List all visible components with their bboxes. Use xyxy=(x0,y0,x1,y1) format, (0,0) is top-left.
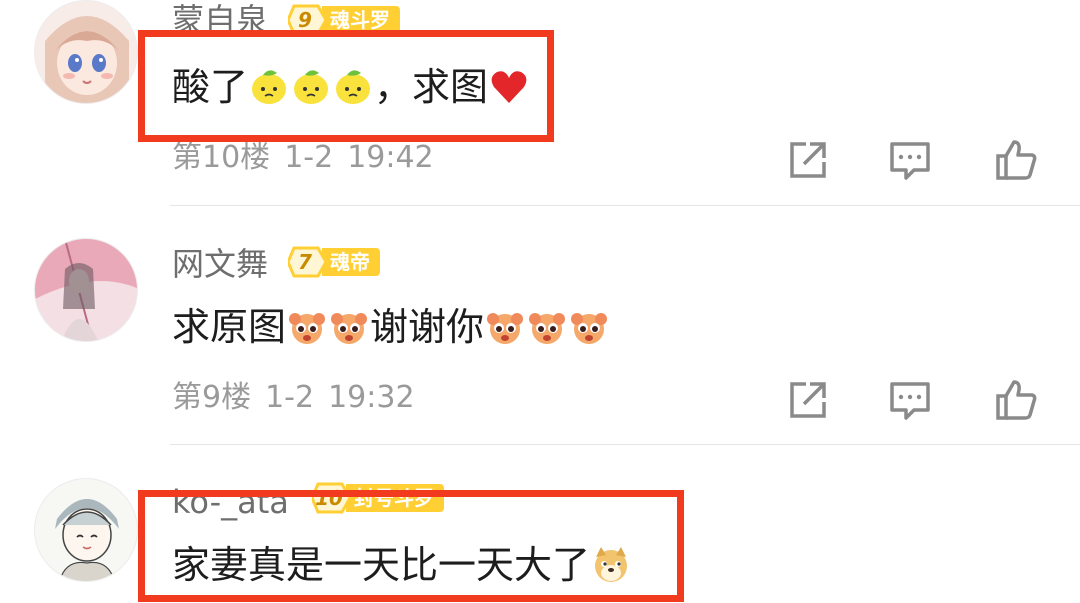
highlight-box xyxy=(138,490,684,602)
comment-floor-9: 网文舞 7 魂帝 求原图 谢谢你 第9楼 1-2 19:32 xyxy=(0,238,1080,443)
avatar[interactable] xyxy=(34,0,138,104)
level-number: 7 xyxy=(288,246,328,278)
comment-time: 19:32 xyxy=(328,380,415,415)
comment-time: 19:42 xyxy=(347,140,434,175)
pleading-face-emoji-icon xyxy=(487,313,524,344)
floor-number: 第10楼 xyxy=(172,140,271,175)
highlight-box xyxy=(138,30,554,142)
share-icon[interactable] xyxy=(786,378,830,422)
avatar[interactable] xyxy=(34,478,138,582)
divider xyxy=(170,444,1080,445)
floor-number: 第9楼 xyxy=(172,380,252,415)
pleading-face-emoji-icon xyxy=(571,313,608,344)
username[interactable]: 网文舞 xyxy=(172,244,268,284)
comment-date: 1-2 xyxy=(265,380,315,415)
divider xyxy=(170,205,1080,206)
reply-icon[interactable] xyxy=(888,378,932,422)
comment-meta: 第10楼 1-2 19:42 xyxy=(172,138,448,178)
comment-date: 1-2 xyxy=(284,140,334,175)
pleading-face-emoji-icon xyxy=(529,313,566,344)
share-icon[interactable] xyxy=(786,138,830,182)
comment-text: 求原图 谢谢你 xyxy=(172,302,610,352)
level-title: 魂帝 xyxy=(322,248,380,276)
level-badge: 7 魂帝 xyxy=(288,246,380,278)
pleading-face-emoji-icon xyxy=(289,313,326,344)
pleading-face-emoji-icon xyxy=(331,313,368,344)
like-icon[interactable] xyxy=(994,138,1038,182)
comment-meta: 第9楼 1-2 19:32 xyxy=(172,378,429,418)
avatar[interactable] xyxy=(34,238,138,342)
like-icon[interactable] xyxy=(994,378,1038,422)
reply-icon[interactable] xyxy=(888,138,932,182)
